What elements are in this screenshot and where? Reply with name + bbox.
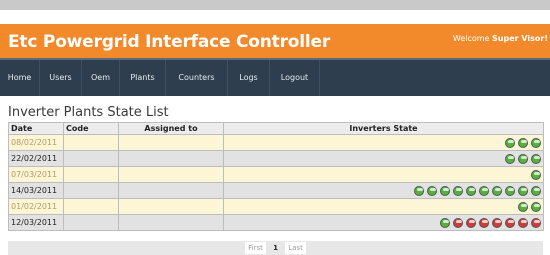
col-header-code[interactable]: Code [63,122,119,135]
plants-table: Date Code Assigned to Inverters State 08… [8,122,544,231]
inverter-ok-icon [440,185,450,196]
inverter-fault-icon [466,217,476,228]
inverter-ok-icon [531,169,541,180]
nav-logout[interactable]: Logout [270,60,320,96]
row-inverters-state [223,182,544,199]
welcome-user: Super Visor! [492,34,548,43]
row-code [63,166,119,183]
inverter-ok-icon [518,137,528,148]
inverter-ok-icon [505,185,515,196]
table-row[interactable]: 12/03/2011 [8,214,544,231]
welcome-prefix: Welcome [452,34,490,43]
welcome-message: Welcome Super Visor! [453,34,548,43]
row-inverters-state [223,150,544,167]
inverter-ok-icon [505,153,515,164]
pagination: First 1 Last [8,241,543,255]
row-inverters-state [223,214,544,231]
pager-last[interactable]: Last [285,242,306,254]
row-assigned-to [118,198,224,215]
inverter-ok-icon [531,153,541,164]
row-date: 01/02/2011 [8,198,64,215]
col-header-date[interactable]: Date [8,122,64,135]
main-nav: Home Users Oem Plants Counters Logs Logo… [0,58,550,96]
row-code [63,134,119,151]
row-assigned-to [118,214,224,231]
inverter-ok-icon [492,185,502,196]
nav-home[interactable]: Home [0,60,40,96]
row-code [63,214,119,231]
nav-counters[interactable]: Counters [166,60,228,96]
row-assigned-to [118,134,224,151]
inverter-fault-icon [518,217,528,228]
row-date: 07/03/2011 [8,166,64,183]
inverter-fault-icon [505,217,515,228]
inverter-ok-icon [479,185,489,196]
table-row[interactable]: 22/02/2011 [8,150,544,167]
top-strip [0,0,550,10]
row-code [63,150,119,167]
row-assigned-to [118,150,224,167]
table-row[interactable]: 14/03/2011 [8,182,544,199]
app-header: Etc Powergrid Interface Controller Welco… [0,24,550,58]
row-inverters-state [223,134,544,151]
inverter-ok-icon [440,217,450,228]
row-code [63,198,119,215]
row-date: 14/03/2011 [8,182,64,199]
row-date: 12/03/2011 [8,214,64,231]
inverter-ok-icon [427,185,437,196]
row-inverters-state [223,166,544,183]
pager-first[interactable]: First [245,242,266,254]
nav-logs[interactable]: Logs [228,60,270,96]
nav-users[interactable]: Users [40,60,82,96]
inverter-fault-icon [479,217,489,228]
inverter-ok-icon [531,185,541,196]
row-date: 08/02/2011 [8,134,64,151]
app-title: Etc Powergrid Interface Controller [8,32,331,52]
row-inverters-state [223,198,544,215]
table-row[interactable]: 07/03/2011 [8,166,544,183]
col-header-inverters-state[interactable]: Inverters State [223,122,544,135]
row-assigned-to [118,182,224,199]
row-assigned-to [118,166,224,183]
table-header-row: Date Code Assigned to Inverters State [8,122,544,135]
col-header-assigned-to[interactable]: Assigned to [118,122,224,135]
inverter-ok-icon [453,185,463,196]
nav-oem[interactable]: Oem [82,60,120,96]
inverter-fault-icon [453,217,463,228]
inverter-fault-icon [531,217,541,228]
pager-current-page: 1 [273,244,278,252]
row-date: 22/02/2011 [8,150,64,167]
inverter-ok-icon [531,201,541,212]
inverter-ok-icon [466,185,476,196]
nav-plants[interactable]: Plants [120,60,166,96]
table-row[interactable]: 08/02/2011 [8,134,544,151]
page-title: Inverter Plants State List [8,105,169,120]
table-row[interactable]: 01/02/2011 [8,198,544,215]
inverter-ok-icon [518,153,528,164]
inverter-ok-icon [518,185,528,196]
inverter-ok-icon [414,185,424,196]
inverter-ok-icon [518,201,528,212]
inverter-ok-icon [531,137,541,148]
inverter-ok-icon [505,137,515,148]
row-code [63,182,119,199]
inverter-fault-icon [492,217,502,228]
